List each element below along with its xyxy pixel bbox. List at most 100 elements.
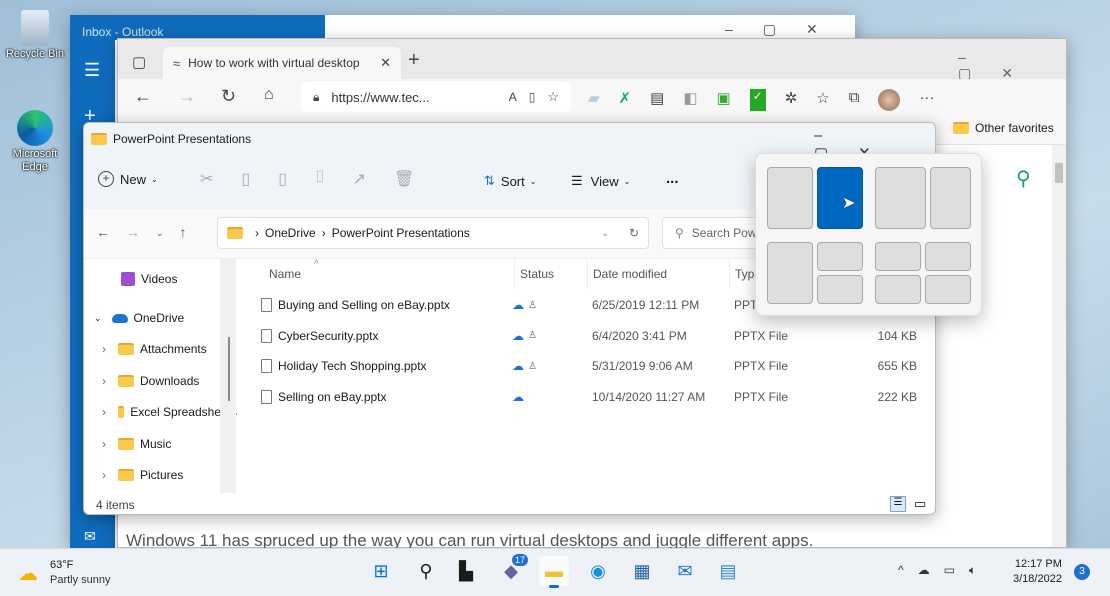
desktop-icon-edge[interactable]: Microsoft Edge: [0, 110, 70, 174]
extension-icon[interactable]: ▣: [717, 89, 731, 111]
mail-icon[interactable]: ✉: [84, 528, 96, 545]
back-button[interactable]: ←: [96, 224, 110, 242]
recent-locations-icon[interactable]: ⌄: [156, 224, 164, 242]
nav-item-music[interactable]: › Music: [102, 429, 171, 459]
rename-icon[interactable]: ⌷: [315, 169, 325, 189]
task-view-button[interactable]: ▙: [451, 556, 481, 586]
home-button[interactable]: ⌂: [264, 86, 274, 104]
teams-chat-button[interactable]: ◆ 17: [496, 554, 529, 586]
edge-window-controls[interactable]: –▢✕: [958, 49, 1066, 82]
column-header-name[interactable]: Name: [269, 267, 301, 281]
cut-icon[interactable]: ✂: [200, 169, 213, 189]
file-row[interactable]: CyberSecurity.pptx ☁ ♙ 6/4/2020 3:41 PM …: [244, 321, 935, 351]
snap-zone[interactable]: [817, 242, 863, 271]
more-options-button[interactable]: ...: [666, 170, 679, 187]
favorites-icon[interactable]: ☆: [816, 89, 829, 111]
nav-item-videos[interactable]: Videos: [121, 264, 177, 294]
outlook-window-controls[interactable]: –▢✕: [725, 21, 848, 38]
snap-zone[interactable]: [875, 167, 926, 229]
mail-taskbar-button[interactable]: ✉: [670, 556, 700, 586]
breadcrumb-item[interactable]: PowerPoint Presentations: [332, 226, 470, 240]
extensions-icon[interactable]: ✲: [785, 89, 798, 111]
chevron-right-icon: ›: [102, 468, 106, 482]
clock[interactable]: 12:17 PM 3/18/2022: [1013, 557, 1062, 587]
show-hidden-icons[interactable]: ^: [898, 563, 918, 577]
nav-item-excel-spreadsheets[interactable]: › Excel Spreadsheets: [102, 397, 237, 427]
forward-button[interactable]: →: [126, 224, 140, 242]
navigation-pane: Videos ⌄ OneDrive › Attachments › Downloads…: [84, 259, 237, 493]
extension-icon[interactable]: ▰: [588, 89, 600, 111]
address-dropdown-icon[interactable]: ⌄: [601, 228, 609, 239]
profile-avatar[interactable]: [878, 89, 901, 111]
add-favorite-icon[interactable]: ☆: [547, 89, 559, 105]
extension-icon[interactable]: ✗: [619, 89, 632, 111]
snap-zone[interactable]: [767, 167, 813, 229]
column-header-date[interactable]: Date modified: [587, 259, 667, 289]
sort-button[interactable]: ⇅ Sort ⌄: [484, 173, 536, 189]
snap-zone[interactable]: [767, 242, 813, 304]
edge-taskbar-button[interactable]: ◉: [583, 556, 613, 586]
snap-zone[interactable]: [930, 167, 971, 229]
snap-zone[interactable]: [817, 275, 863, 304]
breadcrumb-item[interactable]: OneDrive: [265, 226, 316, 240]
checkmark-extension-icon[interactable]: ✓: [749, 89, 766, 111]
address-bar[interactable]: 🔒︎ https://www.tec... A ▯ ☆: [301, 82, 571, 112]
search-icon[interactable]: ⚲: [1016, 166, 1031, 191]
paste-icon[interactable]: ▯: [278, 169, 287, 189]
nav-item-pictures[interactable]: › Pictures: [102, 460, 183, 490]
file-explorer-taskbar-button[interactable]: ▬: [539, 556, 569, 588]
details-view-button[interactable]: ☰: [890, 496, 906, 512]
settings-more-icon[interactable]: ···: [919, 89, 934, 111]
refresh-icon[interactable]: ↻: [629, 226, 639, 240]
refresh-button[interactable]: ↻: [221, 86, 236, 107]
close-tab-icon[interactable]: ✕: [380, 55, 391, 71]
snap-zone-highlighted[interactable]: ➤: [817, 167, 863, 229]
nav-scrollbar[interactable]: [220, 259, 236, 493]
collections-icon[interactable]: ⧉: [849, 89, 860, 111]
share-icon[interactable]: ↗: [353, 169, 366, 189]
onedrive-tray-icon[interactable]: ☁: [918, 563, 944, 577]
back-button[interactable]: ←: [134, 86, 152, 107]
weather-widget[interactable]: 63°F Partly sunny: [50, 558, 111, 588]
calendar-taskbar-button[interactable]: ▤: [713, 556, 743, 586]
browser-tab[interactable]: ≈ How to work with virtual desktop ✕: [163, 47, 401, 79]
file-row[interactable]: Holiday Tech Shopping.pptx ☁ ♙ 5/31/2019…: [244, 351, 935, 381]
nav-item-onedrive[interactable]: ⌄ OneDrive: [94, 303, 184, 333]
desktop-icon-recycle-bin[interactable]: Recycle Bin: [0, 10, 70, 60]
delete-icon[interactable]: 🗑︎: [394, 169, 414, 189]
snap-zone[interactable]: [875, 275, 921, 304]
tiles-view-button[interactable]: ▭: [914, 496, 926, 512]
tab-actions-icon[interactable]: ▢: [132, 53, 146, 71]
network-icon[interactable]: ▭: [944, 563, 969, 577]
menu-icon[interactable]: ☰: [84, 60, 100, 81]
notification-center-badge[interactable]: 3: [1074, 564, 1090, 580]
nav-item-downloads[interactable]: › Downloads: [102, 366, 199, 396]
address-bar[interactable]: › OneDrive › PowerPoint Presentations ⌄ ↻: [217, 217, 649, 249]
copy-icon[interactable]: ▯: [241, 169, 250, 189]
folder-icon: [953, 122, 969, 134]
snap-zone[interactable]: [925, 242, 971, 271]
store-taskbar-button[interactable]: ▦: [627, 556, 657, 586]
volume-icon[interactable]: 🔈︎: [969, 563, 990, 577]
other-favorites[interactable]: Other favorites: [953, 121, 1054, 135]
nav-item-attachments[interactable]: › Attachments: [102, 334, 207, 364]
extension-icon[interactable]: ▤: [650, 89, 664, 111]
snap-zone[interactable]: [925, 275, 971, 304]
view-button[interactable]: ☰ View ⌄: [571, 173, 630, 189]
new-tab-button[interactable]: +: [408, 49, 420, 72]
scrollbar[interactable]: [1052, 145, 1066, 547]
up-button[interactable]: ↑: [180, 224, 187, 242]
file-row[interactable]: Selling on eBay.pptx ☁ 10/14/2020 11:27 …: [244, 382, 935, 412]
weather-icon[interactable]: ☁: [18, 561, 38, 586]
forward-button[interactable]: →: [178, 86, 196, 107]
column-header-status[interactable]: Status: [514, 259, 554, 289]
immersive-reader-icon[interactable]: ▯: [529, 90, 536, 104]
read-aloud-icon[interactable]: A: [509, 90, 517, 104]
office-icon[interactable]: ◧: [683, 89, 697, 111]
snap-zone[interactable]: [875, 242, 921, 271]
search-button[interactable]: ⚲: [411, 556, 441, 586]
file-date: 6/25/2019 12:11 PM: [592, 298, 700, 312]
start-button[interactable]: ⊞: [366, 556, 396, 586]
system-tray[interactable]: ^☁▭🔈︎: [898, 563, 990, 578]
new-button[interactable]: + New ⌄: [98, 171, 158, 187]
